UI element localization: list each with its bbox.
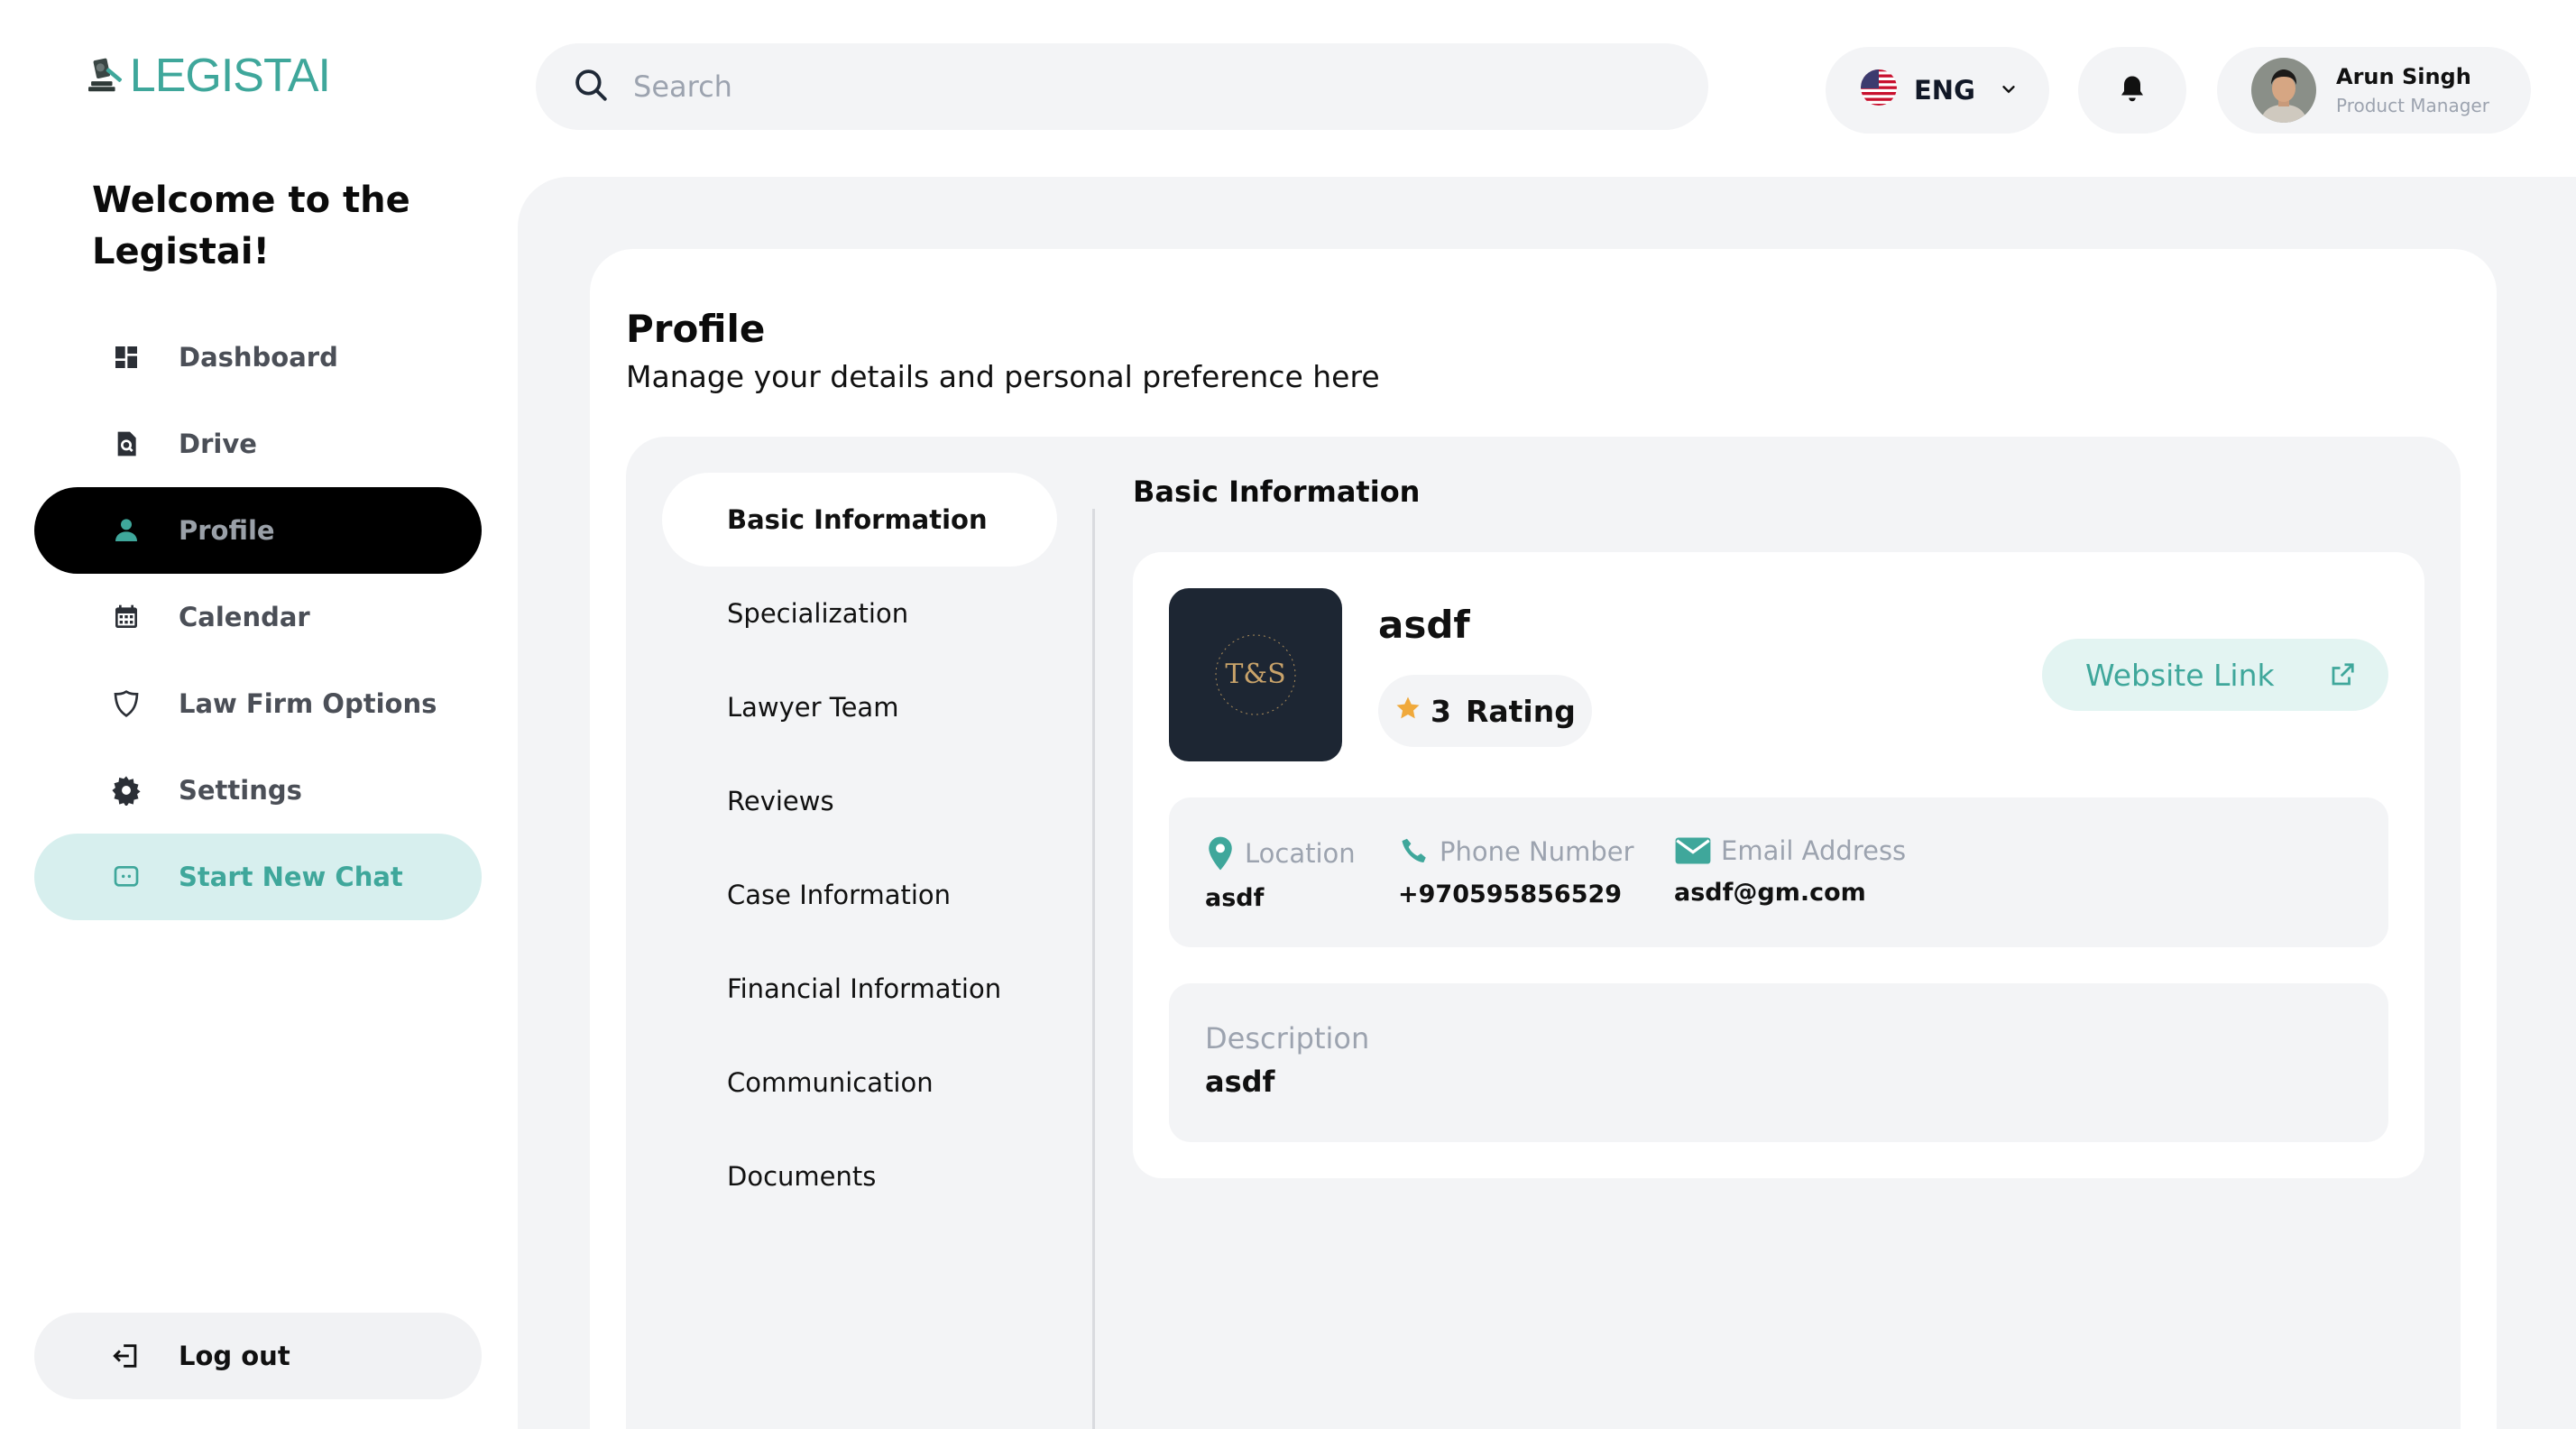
location-label: Location [1245, 838, 1356, 869]
user-role: Product Manager [2336, 95, 2489, 116]
calendar-icon [108, 599, 144, 635]
sidebar-item-law-firm-options[interactable]: Law Firm Options [34, 660, 482, 747]
person-icon [108, 512, 144, 549]
search-icon [572, 66, 610, 107]
sidebar-item-profile[interactable]: Profile [34, 487, 482, 574]
description-box: Description asdf [1169, 983, 2388, 1142]
tab-documents[interactable]: Documents [662, 1129, 1057, 1223]
sidebar-item-label: Law Firm Options [179, 688, 437, 719]
rating-badge: 3 Rating [1378, 675, 1592, 747]
tab-financial-information[interactable]: Financial Information [662, 942, 1057, 1036]
email-label: Email Address [1721, 835, 1907, 866]
search-input[interactable] [633, 69, 1625, 104]
sidebar-nav: Dashboard Drive Profile Calendar Law Fir… [34, 314, 482, 920]
sidebar-item-label: Settings [179, 775, 302, 806]
page-title: Profile [626, 307, 766, 351]
sidebar-item-label: Dashboard [179, 342, 338, 373]
chat-icon [108, 859, 144, 895]
tab-reviews[interactable]: Reviews [662, 754, 1057, 848]
sidebar-item-settings[interactable]: Settings [34, 747, 482, 834]
shield-icon [108, 686, 144, 722]
phone-value: +970595856529 [1398, 880, 1623, 908]
tab-specialization[interactable]: Specialization [662, 567, 1057, 660]
bell-icon [2116, 72, 2148, 108]
user-menu[interactable]: Arun Singh Product Manager [2217, 47, 2531, 134]
notifications-button[interactable] [2078, 47, 2186, 134]
language-label: ENG [1914, 75, 1975, 106]
gavel-logo-icon [88, 58, 123, 92]
location-field: Location asdf [1205, 835, 1356, 912]
phone-icon [1402, 838, 1426, 862]
location-pin-icon [1209, 836, 1232, 871]
description-label: Description [1205, 1021, 1370, 1056]
tabs-divider [1092, 509, 1095, 1429]
search-bar[interactable] [536, 43, 1708, 130]
external-link-icon [2329, 661, 2356, 688]
logo-text: LEGISTAI [129, 50, 331, 102]
gear-icon [108, 772, 144, 808]
user-name: Arun Singh [2336, 64, 2471, 89]
website-link-label: Website Link [2085, 657, 2275, 693]
sidebar-item-label: Start New Chat [179, 862, 403, 892]
chevron-down-icon [1999, 75, 2019, 106]
logout-label: Log out [179, 1341, 290, 1371]
sidebar-item-calendar[interactable]: Calendar [34, 574, 482, 660]
tab-basic-information[interactable]: Basic Information [662, 473, 1057, 567]
star-icon [1394, 694, 1421, 729]
location-value: asdf [1205, 884, 1265, 912]
avatar [2251, 58, 2316, 123]
phone-field: Phone Number +970595856529 [1398, 835, 1634, 908]
us-flag-icon [1860, 69, 1898, 113]
start-new-chat-button[interactable]: Start New Chat [34, 834, 482, 920]
website-link-button[interactable]: Website Link [2042, 639, 2388, 711]
dashboard-icon [108, 339, 144, 375]
sidebar-item-dashboard[interactable]: Dashboard [34, 314, 482, 401]
sidebar-item-label: Drive [179, 429, 257, 459]
rating-label: Rating [1465, 693, 1576, 729]
welcome-heading: Welcome to the Legistai! [92, 180, 410, 272]
rating-value: 3 [1431, 693, 1451, 729]
logout-button[interactable]: Log out [34, 1313, 482, 1399]
tab-communication[interactable]: Communication [662, 1036, 1057, 1129]
sidebar-item-label: Profile [179, 515, 275, 546]
email-field: Email Address asdf@gm.com [1674, 835, 1906, 907]
tab-case-information[interactable]: Case Information [662, 848, 1057, 942]
app-logo[interactable]: LEGISTAI [87, 34, 331, 117]
firm-name: asdf [1378, 603, 1470, 647]
firm-logo: T&S [1169, 588, 1342, 761]
profile-tabs: Basic Information Specialization Lawyer … [662, 473, 1057, 1223]
section-title: Basic Information [1133, 475, 1421, 509]
mail-icon [1675, 837, 1711, 864]
sidebar-item-label: Calendar [179, 602, 310, 632]
tab-lawyer-team[interactable]: Lawyer Team [662, 660, 1057, 754]
logout-icon [108, 1338, 144, 1374]
phone-label: Phone Number [1440, 836, 1634, 867]
sidebar-item-drive[interactable]: Drive [34, 401, 482, 487]
firm-logo-text: T&S [1225, 659, 1285, 690]
email-value: asdf@gm.com [1674, 879, 1866, 907]
language-selector[interactable]: ENG [1826, 47, 2049, 134]
page-subtitle: Manage your details and personal prefere… [626, 359, 1380, 394]
drive-icon [108, 426, 144, 462]
description-value: asdf [1205, 1065, 1275, 1099]
